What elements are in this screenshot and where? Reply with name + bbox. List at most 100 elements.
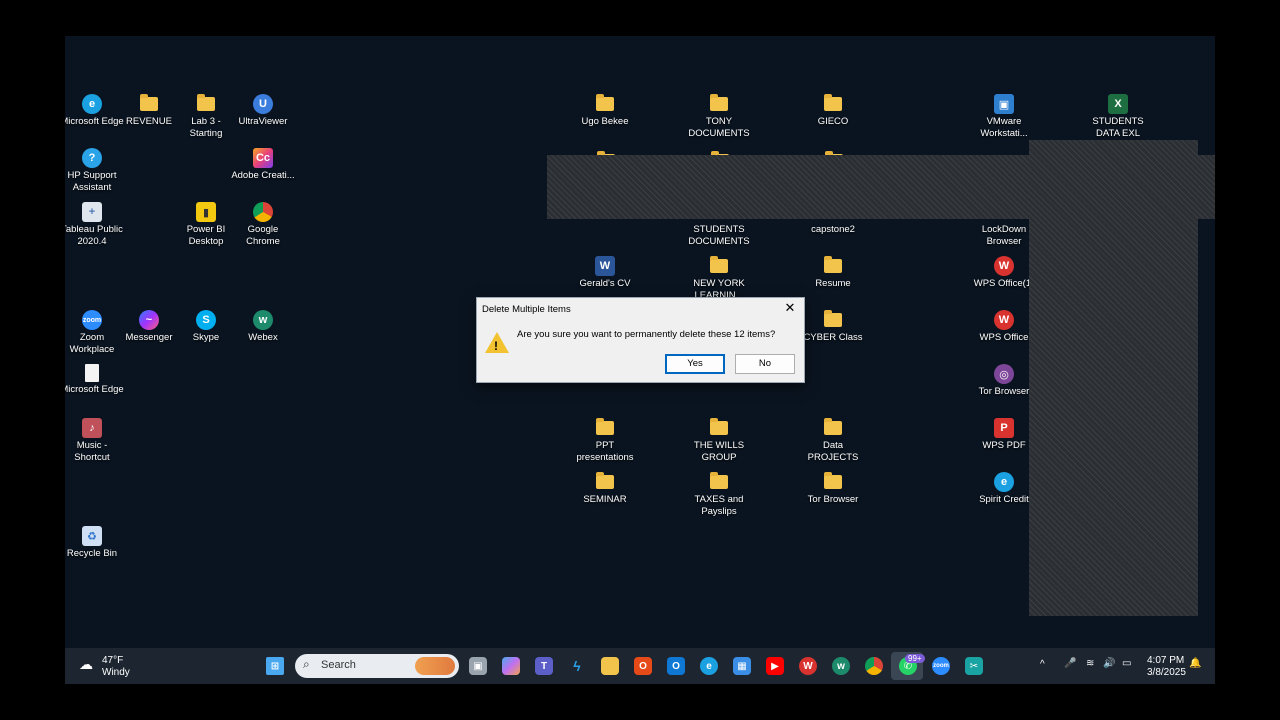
folder-icon (710, 256, 728, 273)
file-explorer-icon[interactable] (601, 657, 619, 675)
task-view-icon[interactable]: ▣ (469, 657, 487, 675)
weather-icon[interactable]: ☁ (79, 656, 93, 673)
zip-folder-icon (140, 94, 158, 111)
notification-badge: 99+ (905, 654, 925, 663)
desktop-icon-chrome[interactable]: Google Chrome (231, 202, 295, 248)
edge-icon[interactable]: e (700, 657, 718, 675)
weather-desc: Windy (102, 667, 130, 678)
desktop-icon-wps-office[interactable]: W WPS Office (972, 310, 1036, 344)
desktop-file-students-data[interactable]: X STUDENTS DATA EXL (1086, 94, 1150, 140)
webex-icon[interactable]: w (832, 657, 850, 675)
copilot-icon[interactable] (502, 657, 520, 675)
search-icon: ⌕ (303, 657, 310, 671)
sharex-icon[interactable]: ϟ (568, 657, 586, 675)
microphone-icon[interactable]: 🎤 (1064, 658, 1076, 669)
notification-bell-icon[interactable]: 🔔 (1189, 658, 1201, 669)
desktop-icon-messenger[interactable]: ~ Messenger (117, 310, 181, 344)
powerbi-icon: ▮ (196, 202, 216, 222)
desktop-folder-data-projects[interactable]: Data PROJECTS (801, 418, 865, 464)
desktop-icon-wps-office-1[interactable]: W WPS Office(1) (972, 256, 1036, 290)
desktop-icon-powerbi[interactable]: ▮ Power BI Desktop (174, 202, 238, 248)
chevron-up-icon[interactable]: ^ (1040, 659, 1045, 670)
clock-time[interactable]: 4:07 PM (1147, 655, 1184, 666)
start-icon[interactable]: ⊞ (266, 657, 284, 675)
desktop-folder-ppt[interactable]: PPT presentations (573, 418, 637, 464)
folder-icon (824, 472, 842, 489)
desktop-folder-gieco[interactable]: GIECO (801, 94, 865, 128)
desktop-icon-tableau[interactable]: + Tableau Public 2020.4 (65, 202, 124, 248)
desktop-folder-tor-browser[interactable]: Tor Browser (801, 472, 865, 506)
skype-icon: S (196, 310, 216, 330)
desktop-folder-tony-documents[interactable]: TONY DOCUMENTS (687, 94, 751, 140)
redaction-overlay (1029, 140, 1198, 616)
desktop-icon-microsoft-edge-2[interactable]: Microsoft Edge (65, 364, 124, 396)
desktop-icon-webex[interactable]: w Webex (231, 310, 295, 344)
folder-icon (596, 418, 614, 435)
desktop-icon-microsoft-edge[interactable]: e Microsoft Edge (65, 94, 124, 128)
desktop-icon-spirit-credit[interactable]: e Spirit Credit (972, 472, 1036, 506)
desktop-icon-music-shortcut[interactable]: ♪ Music - Shortcut (65, 418, 124, 464)
dialog-message: Are you sure you want to permanently del… (517, 329, 776, 340)
desktop-icon-ultraviewer[interactable]: U UltraViewer (231, 94, 295, 128)
chrome-icon[interactable] (865, 657, 883, 675)
zip-folder-icon (197, 94, 215, 111)
volume-icon[interactable]: 🔊 (1103, 658, 1115, 669)
folder-icon (596, 472, 614, 489)
desktop-folder-taxes[interactable]: TAXES and Payslips (687, 472, 751, 518)
folder-icon (710, 94, 728, 111)
outlook-icon[interactable]: O (667, 657, 685, 675)
zoom-icon[interactable]: zoom (932, 657, 950, 675)
desktop-icon-zoom[interactable]: zoom Zoom Workplace (65, 310, 124, 356)
word-icon: W (595, 256, 615, 276)
desktop-folder-seminar[interactable]: SEMINAR (573, 472, 637, 506)
desktop-icon-recycle-bin[interactable]: ♻ Recycle Bin (65, 526, 124, 560)
tor-icon: ◎ (994, 364, 1014, 384)
desktop-folder-new-york[interactable]: NEW YORK LEARNIN... (687, 256, 751, 302)
warning-mark: ! (494, 339, 498, 353)
store-icon[interactable]: ▦ (733, 657, 751, 675)
close-icon[interactable]: ✕ (782, 300, 798, 316)
dialog-title: Delete Multiple Items (482, 304, 571, 315)
wps-pdf-icon: P (994, 418, 1014, 438)
tableau-icon: + (82, 202, 102, 222)
desktop-folder-ugo-bekee[interactable]: Ugo Bekee (573, 94, 637, 128)
desktop-folder-cyber-class[interactable]: CYBER Class (801, 310, 865, 344)
delete-confirm-dialog: Delete Multiple Items ✕ ! Are you sure y… (476, 297, 805, 383)
file-icon (85, 364, 99, 382)
zoom-icon: zoom (82, 310, 102, 330)
desktop-icon-wps-pdf[interactable]: P WPS PDF (972, 418, 1036, 452)
desktop-icon-revenue[interactable]: REVENUE (117, 94, 181, 128)
folder-icon (824, 310, 842, 327)
edge-icon: e (994, 472, 1014, 492)
desktop-icon-hp-support[interactable]: ? HP Support Assistant (65, 148, 124, 194)
desktop-folder-wills-group[interactable]: THE WILLS GROUP (687, 418, 751, 464)
search-box[interactable]: ⌕ Search (295, 654, 459, 678)
teams-icon[interactable]: T (535, 657, 553, 675)
desktop-icon-lab3[interactable]: Lab 3 - Starting (174, 94, 238, 140)
desktop-file-geralds-cv[interactable]: W Gerald's CV (573, 256, 637, 290)
no-button[interactable]: No (735, 354, 795, 374)
folder-icon (824, 256, 842, 273)
weather-temp[interactable]: 47°F (102, 655, 123, 666)
desktop-icon-tor-browser[interactable]: ◎ Tor Browser (972, 364, 1036, 398)
yes-button[interactable]: Yes (665, 354, 725, 374)
folder-icon (596, 94, 614, 111)
desktop-icon-vmware[interactable]: ▣ VMware Workstati... (972, 94, 1036, 140)
search-highlight-icon (415, 657, 455, 675)
webex-icon: w (253, 310, 273, 330)
youtube-icon[interactable]: ▶ (766, 657, 784, 675)
desktop-icon-adobe-cc[interactable]: Cc Adobe Creati... (231, 148, 295, 182)
snipping-icon[interactable]: ✂ (965, 657, 983, 675)
folder-icon (824, 94, 842, 111)
desktop-folder-resume[interactable]: Resume (801, 256, 865, 290)
vmware-icon: ▣ (994, 94, 1014, 114)
office-icon[interactable]: O (634, 657, 652, 675)
wps-icon: W (994, 256, 1014, 276)
wps-icon[interactable]: W (799, 657, 817, 675)
desktop-icon-skype[interactable]: S Skype (174, 310, 238, 344)
wifi-icon[interactable]: ≋ (1086, 658, 1094, 669)
folder-icon (710, 472, 728, 489)
clock-date[interactable]: 3/8/2025 (1147, 667, 1186, 678)
adobe-cc-icon: Cc (253, 148, 273, 168)
battery-icon[interactable]: ▭ (1122, 658, 1131, 669)
